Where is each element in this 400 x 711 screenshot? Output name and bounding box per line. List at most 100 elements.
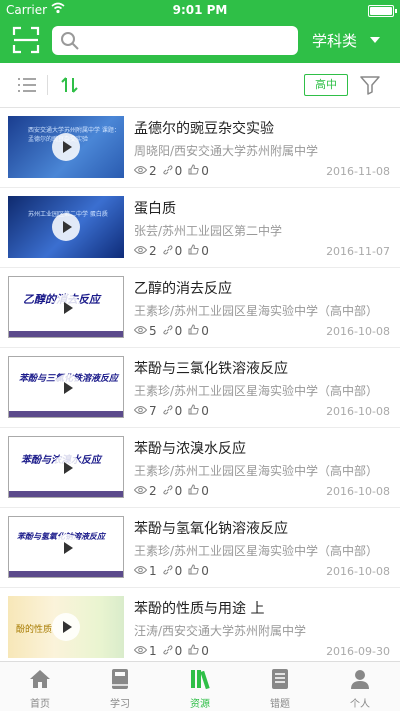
video-date: 2016-10-08 [326,405,390,418]
video-title: 苯酚的性质与用途 上 [134,601,265,617]
video-title: 苯酚与三氯化铁溶液反应 [134,361,288,377]
play-icon[interactable] [52,133,80,161]
eye-icon [133,644,148,658]
list-item[interactable]: 西安交通大学苏州附属中学 课题：孟德尔的豌豆杂交实验 孟德尔的豌豆杂交实验 周晓… [0,108,400,188]
list-item[interactable]: 酚的性质 苯酚的性质与用途 上 汪涛/西安交通大学苏州附属中学 1 0 0 20… [0,588,400,668]
view-count: 2 [149,164,157,178]
play-icon[interactable] [52,213,80,241]
video-stats: 2 0 0 [133,244,215,258]
thumb-up-icon [188,244,199,258]
tab-bar: 首页 学习 资源 错题 个人 [0,661,400,711]
link-icon [162,244,173,258]
tab-label: 学习 [110,699,130,710]
play-icon[interactable] [53,454,81,482]
eye-icon [133,564,148,578]
list-view-icon[interactable] [18,77,36,97]
scan-icon[interactable] [12,26,40,54]
play-icon[interactable] [53,534,81,562]
thumb-up-icon [188,324,199,338]
video-author: 王素珍/苏州工业园区星海实验中学（高中部） [134,544,379,558]
thumb-up-icon [188,644,199,658]
eye-icon [133,244,148,258]
video-title: 乙醇的消去反应 [134,281,232,297]
thumb-up-icon [188,404,199,418]
tab-mistakes[interactable]: 错题 [240,662,320,711]
list-item[interactable]: 苯酚与氢氧化钠溶液反应 苯酚与氢氧化钠溶液反应 王素珍/苏州工业园区星海实验中学… [0,508,400,588]
video-thumbnail[interactable]: 酚的性质 [8,596,124,658]
chevron-down-icon[interactable] [370,37,380,43]
video-author: 王素珍/苏州工业园区星海实验中学（高中部） [134,384,379,398]
link-icon [162,484,173,498]
like-count: 0 [201,244,209,258]
link-count: 0 [174,324,183,338]
like-count: 0 [201,404,209,418]
video-thumbnail[interactable]: 苯酚与氢氧化钠溶液反应 [8,516,124,578]
like-count: 0 [201,164,209,178]
list-item[interactable]: 乙醇的消去反应 乙醇的消去反应 王素珍/苏州工业园区星海实验中学（高中部） 5 … [0,268,400,348]
tab-label: 个人 [350,699,370,710]
link-count: 0 [174,564,183,578]
search-input[interactable] [86,30,290,52]
video-thumbnail[interactable]: 西安交通大学苏州附属中学 课题：孟德尔的豌豆杂交实验 [8,116,124,178]
book-icon [108,667,132,691]
eye-icon [133,324,148,338]
video-author: 张芸/苏州工业园区第二中学 [134,224,283,238]
play-icon[interactable] [53,294,81,322]
like-count: 0 [201,644,209,658]
battery-icon [368,5,397,17]
list-item[interactable]: 苏州工业园区第二中学 蛋白质 蛋白质 张芸/苏州工业园区第二中学 2 0 0 2… [0,188,400,268]
thumbnail-caption: 酚的性质 [16,625,53,635]
link-icon [162,404,173,418]
filter-icon[interactable] [360,75,380,99]
link-count: 0 [174,164,183,178]
video-title: 孟德尔的豌豆杂交实验 [134,121,274,137]
video-thumbnail[interactable]: 苏州工业园区第二中学 蛋白质 [8,196,124,258]
video-title: 蛋白质 [134,201,176,217]
video-author: 王素珍/苏州工业园区星海实验中学（高中部） [134,464,379,478]
link-icon [162,164,173,178]
status-bar: Carrier 9:01 PM [0,0,400,20]
tab-home[interactable]: 首页 [0,662,80,711]
video-thumbnail[interactable]: 苯酚与浓溴水反应 [8,436,124,498]
tab-label: 错题 [270,699,290,710]
video-author: 汪涛/西安交通大学苏州附属中学 [134,624,307,638]
video-stats: 2 0 0 [133,164,215,178]
tab-label: 资源 [190,699,210,710]
thumb-up-icon [188,484,199,498]
video-date: 2016-10-08 [326,565,390,578]
view-count: 5 [149,324,157,338]
video-stats: 7 0 0 [133,404,215,418]
tab-study[interactable]: 学习 [80,662,160,711]
list-icon [268,667,292,691]
play-icon[interactable] [53,374,81,402]
link-icon [162,644,173,658]
tab-resources[interactable]: 资源 [160,662,240,711]
list-item[interactable]: 苯酚与三氯化铁溶液反应 苯酚与三氯化铁溶液反应 王素珍/苏州工业园区星海实验中学… [0,348,400,428]
link-icon [162,324,173,338]
video-thumbnail[interactable]: 苯酚与三氯化铁溶液反应 [8,356,124,418]
video-date: 2016-10-08 [326,325,390,338]
eye-icon [133,404,148,418]
view-count: 7 [149,404,157,418]
view-count: 1 [149,644,157,658]
link-count: 0 [174,644,183,658]
sort-icon[interactable] [61,75,79,99]
link-count: 0 [174,244,183,258]
search-box[interactable] [52,26,298,55]
play-icon[interactable] [52,613,80,641]
list-item[interactable]: 苯酚与浓溴水反应 苯酚与浓溴水反应 王素珍/苏州工业园区星海实验中学（高中部） … [0,428,400,508]
video-thumbnail[interactable]: 乙醇的消去反应 [8,276,124,338]
level-badge[interactable]: 高中 [304,74,348,96]
status-time: 9:01 PM [172,3,228,17]
thumb-up-icon [188,164,199,178]
tab-profile[interactable]: 个人 [320,662,400,711]
like-count: 0 [201,564,209,578]
link-count: 0 [174,404,183,418]
like-count: 0 [201,324,209,338]
person-icon [348,667,372,691]
subject-dropdown[interactable]: 学科类 [312,30,357,51]
library-icon [188,667,212,691]
home-icon [28,667,52,691]
search-icon [60,31,80,55]
divider [47,75,48,95]
